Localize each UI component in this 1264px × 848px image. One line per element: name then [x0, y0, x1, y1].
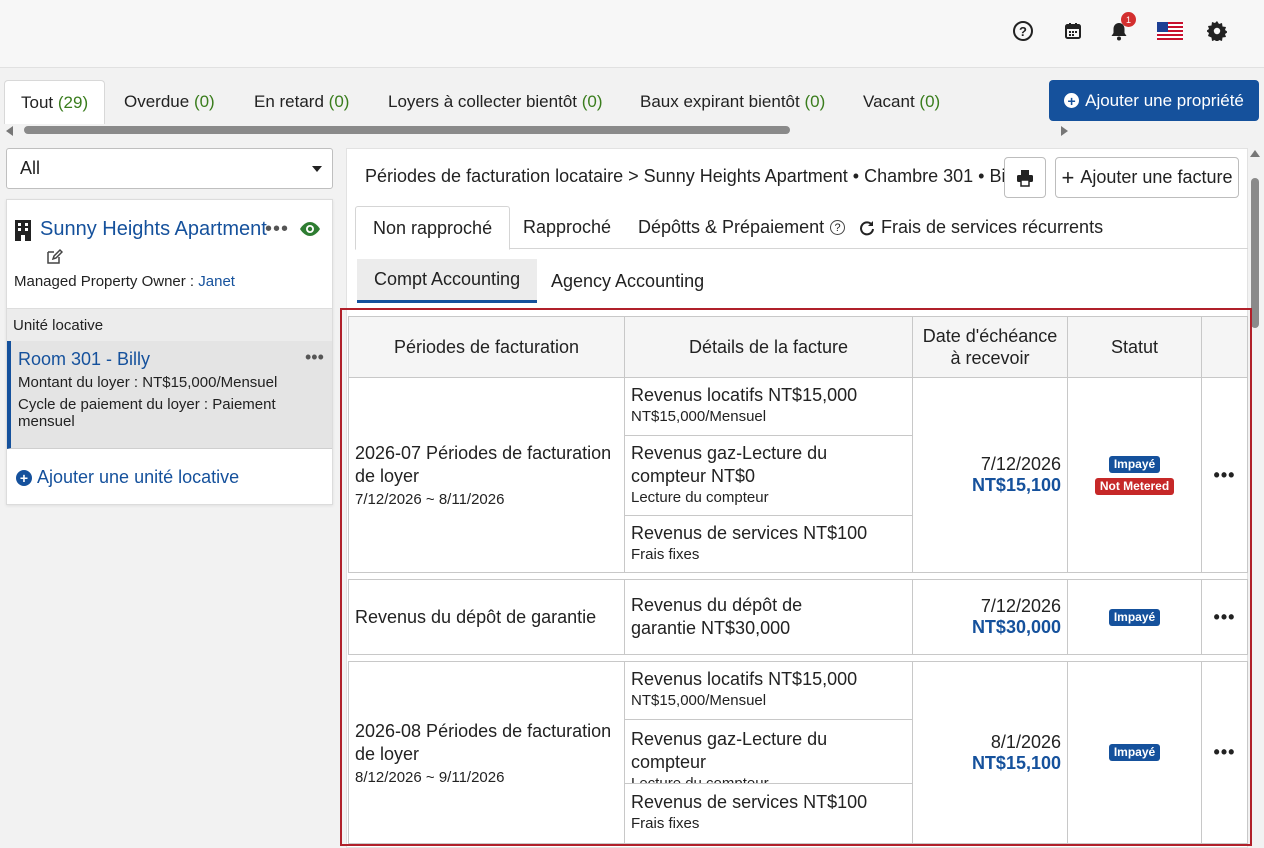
tab-rent-due-soon[interactable]: Loyers à collecter bientôt (0) — [388, 80, 603, 124]
edit-icon[interactable] — [45, 248, 63, 266]
status-badge: Not Metered — [1094, 477, 1175, 495]
status-badge: Impayé — [1108, 744, 1161, 761]
property-card: Sunny Heights Apartment ••• Managed Prop… — [6, 199, 333, 505]
status-cell: Impayé Not Metered — [1067, 377, 1202, 573]
scrollbar-thumb[interactable] — [24, 126, 790, 134]
header-actions — [1201, 316, 1248, 378]
status-cell: Impayé — [1067, 661, 1202, 844]
detail-cell: Revenus de services NT$100 Frais fixes — [624, 783, 913, 844]
detail-cell: Revenus gaz-Lecture du compteur Lecture … — [624, 719, 913, 792]
status-badge: Impayé — [1108, 608, 1161, 626]
status-cell: Impayé — [1067, 579, 1202, 655]
print-button[interactable] — [1004, 157, 1046, 198]
horizontal-scrollbar[interactable] — [6, 123, 1068, 137]
more-icon: ••• — [1213, 606, 1236, 627]
eye-icon[interactable] — [298, 221, 322, 237]
plus-circle-icon: + — [16, 469, 32, 486]
row-menu-button[interactable]: ••• — [1201, 579, 1248, 655]
add-property-button[interactable]: + Ajouter une propriété — [1049, 80, 1259, 121]
detail-cell: Revenus gaz-Lecture du compteur NT$0 Lec… — [624, 435, 913, 516]
billing-table: Périodes de facturation Détails de la fa… — [340, 308, 1252, 846]
header-due-date: Date d'échéance à recevoir — [912, 316, 1068, 378]
due-cell: 7/12/2026 NT$15,100 — [912, 377, 1068, 573]
unit-section-header: Unité locative — [7, 308, 332, 341]
info-icon[interactable]: ? — [830, 220, 846, 235]
unit-name[interactable]: Room 301 - Billy — [18, 349, 150, 370]
owner-name[interactable]: Janet — [198, 273, 235, 290]
scroll-right-icon[interactable] — [1061, 126, 1068, 136]
tab-compt-accounting[interactable]: Compt Accounting — [357, 259, 538, 303]
tab-leases-expiring[interactable]: Baux expirant bientôt (0) — [640, 80, 825, 124]
invoice-tabs: Non rapproché Rapproché Dépôtts & Prépai… — [355, 206, 1248, 250]
unit-more-icon[interactable]: ••• — [305, 347, 324, 368]
tab-agency-accounting[interactable]: Agency Accounting — [551, 259, 704, 303]
period-cell: 2026-07 Périodes de facturation de loyer… — [348, 377, 625, 573]
scroll-up-icon[interactable] — [1250, 150, 1260, 157]
detail-cell: Revenus de services NT$100 Frais fixes — [624, 515, 913, 573]
header-details: Détails de la facture — [624, 316, 913, 378]
gear-icon[interactable] — [1204, 18, 1230, 44]
notification-badge: 1 — [1121, 12, 1136, 27]
tab-reconciled[interactable]: Rapproché — [523, 206, 611, 249]
owner-line: Managed Property Owner : Janet — [14, 273, 235, 290]
bell-icon[interactable]: 1 — [1106, 12, 1136, 44]
tab-overdue[interactable]: Overdue (0) — [124, 80, 215, 124]
breadcrumb: Périodes de facturation locataire > Sunn… — [365, 166, 1023, 186]
status-badge: Impayé — [1108, 455, 1161, 473]
detail-cell: Revenus du dépôt de garantie NT$30,000 — [624, 579, 913, 655]
top-bar: ? 1 — [0, 0, 1264, 68]
due-cell: 7/12/2026 NT$30,000 — [912, 579, 1068, 655]
tab-late[interactable]: En retard (0) — [254, 80, 349, 124]
plus-circle-icon: + — [1064, 93, 1080, 108]
refresh-icon — [860, 220, 874, 235]
help-icon[interactable]: ? — [1010, 18, 1036, 44]
scrollbar-thumb[interactable] — [1251, 178, 1259, 328]
calendar-icon[interactable] — [1060, 18, 1086, 44]
row-menu-button[interactable]: ••• — [1201, 661, 1248, 844]
unit-rent: Montant du loyer : NT$15,000/Mensuel — [18, 374, 278, 391]
detail-cell: Revenus locatifs NT$15,000 NT$15,000/Men… — [624, 377, 913, 436]
more-icon: ••• — [1213, 742, 1236, 762]
more-icon: ••• — [1213, 464, 1236, 485]
add-unit-link[interactable]: + Ajouter une unité locative — [16, 467, 239, 488]
property-more-icon[interactable]: ••• — [265, 218, 289, 241]
building-icon — [15, 219, 31, 241]
us-flag-icon[interactable] — [1156, 18, 1184, 44]
plus-icon: + — [1061, 164, 1075, 190]
tab-vacant[interactable]: Vacant (0) — [863, 80, 940, 124]
printer-icon — [1017, 169, 1033, 187]
property-filter-select[interactable]: All — [6, 148, 333, 189]
unit-item[interactable]: Room 301 - Billy ••• Montant du loyer : … — [7, 341, 332, 449]
period-cell: 2026-08 Périodes de facturation de loyer… — [348, 661, 625, 844]
detail-cell: Revenus locatifs NT$15,000 NT$15,000/Men… — [624, 661, 913, 720]
header-status: Statut — [1067, 316, 1202, 378]
unit-cycle: Cycle de paiement du loyer : Paiement me… — [18, 396, 276, 430]
tab-deposits[interactable]: Dépôtts & Prépaiement ? — [638, 206, 846, 249]
caret-down-icon — [312, 166, 322, 172]
tab-recurring-fees[interactable]: Frais de services récurrents — [859, 206, 1103, 249]
scroll-left-icon[interactable] — [6, 126, 13, 136]
tab-unreconciled[interactable]: Non rapproché — [355, 206, 511, 250]
add-invoice-button[interactable]: + Ajouter une facture — [1055, 157, 1239, 198]
header-periods: Périodes de facturation — [348, 316, 625, 378]
tab-all[interactable]: Tout (29) — [4, 80, 106, 124]
row-menu-button[interactable]: ••• — [1201, 377, 1248, 573]
period-cell: Revenus du dépôt de garantie — [348, 579, 625, 655]
property-name[interactable]: Sunny Heights Apartment — [40, 218, 267, 241]
due-cell: 8/1/2026 NT$15,100 — [912, 661, 1068, 844]
